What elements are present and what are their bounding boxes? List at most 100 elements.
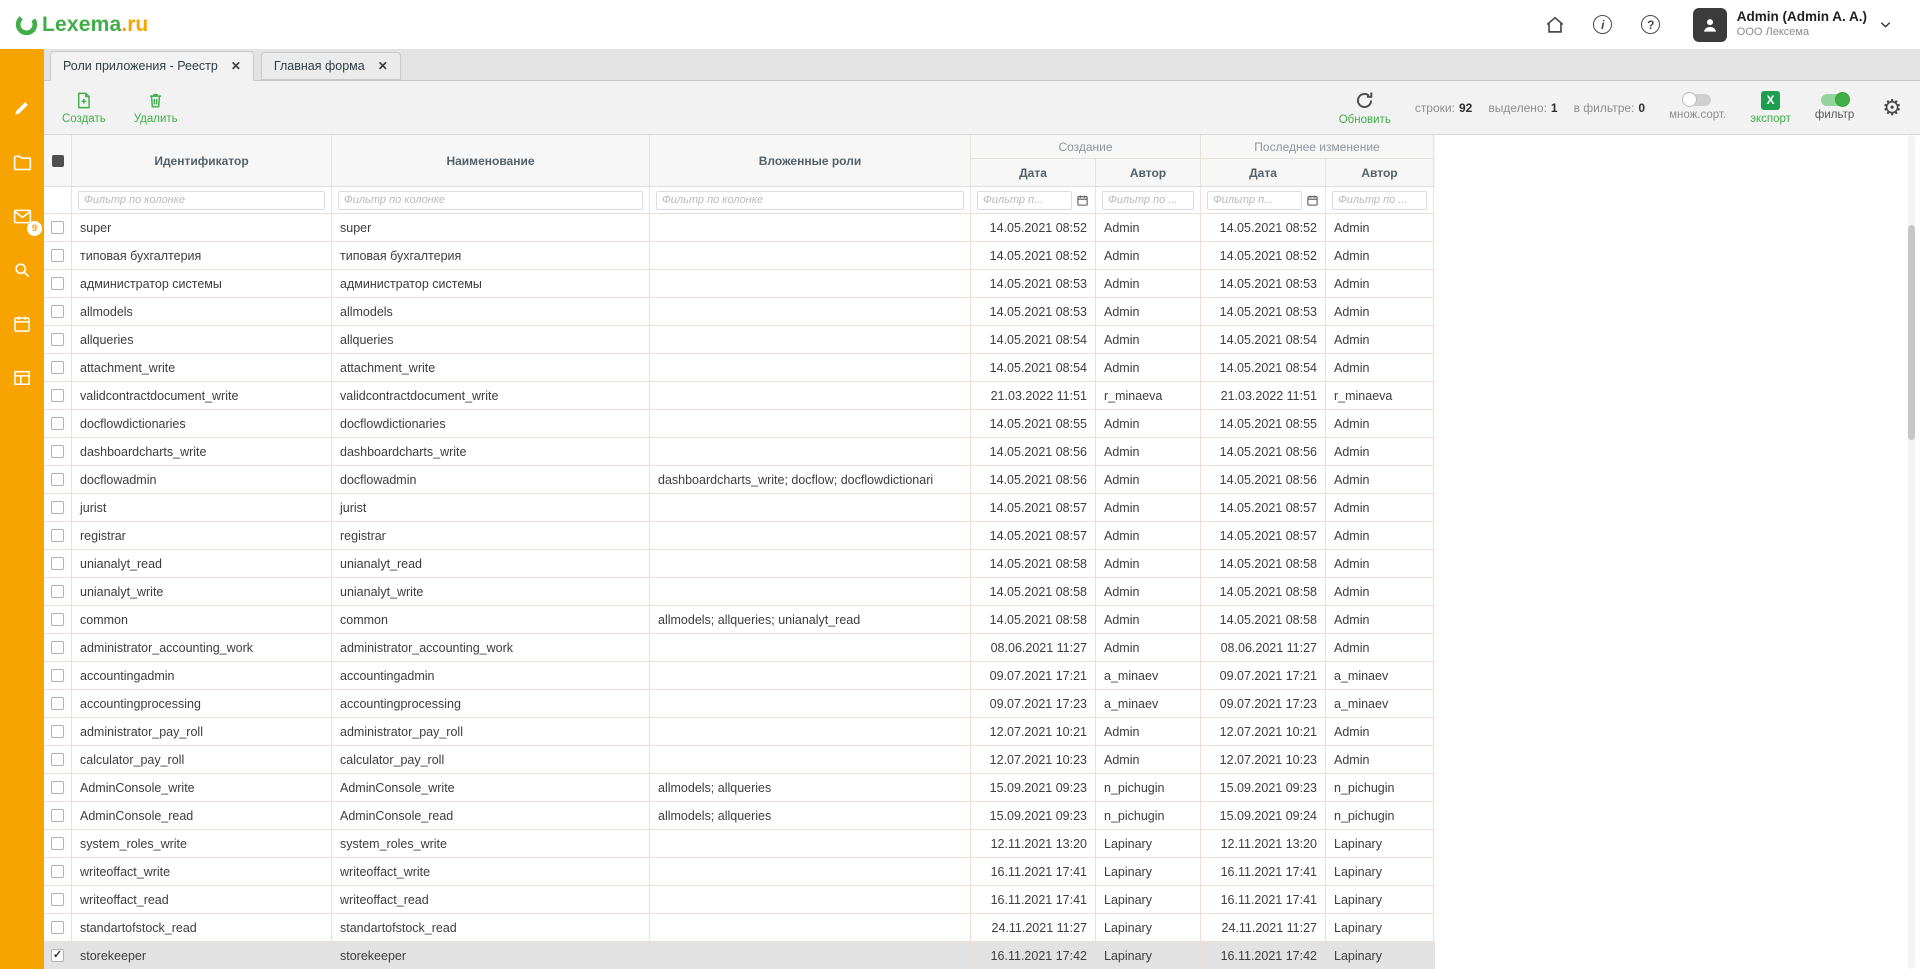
row-checkbox[interactable] [51,445,64,458]
row-checkbox[interactable] [51,557,64,570]
filter-input-created-author[interactable] [1102,191,1194,210]
table-row[interactable]: ✓ storekeeper storekeeper 16.11.2021 17:… [44,942,1435,969]
calendar-icon[interactable] [8,310,36,338]
table-row[interactable]: system_roles_write system_roles_write 12… [44,830,1435,858]
filter-switch[interactable] [1821,94,1848,106]
create-button[interactable]: Создать [62,91,106,125]
home-icon[interactable] [1543,13,1567,37]
filter-input-modified-author[interactable] [1332,191,1427,210]
registry-grid-icon[interactable] [8,364,36,392]
row-checkbox[interactable] [51,613,64,626]
table-row[interactable]: common common allmodels; allqueries; uni… [44,606,1435,634]
table-row[interactable]: unianalyt_read unianalyt_read 14.05.2021… [44,550,1435,578]
filter-input-modified-date[interactable] [1207,191,1302,210]
row-checkbox[interactable] [51,585,64,598]
column-header-modified-author[interactable]: Автор [1326,159,1434,186]
row-checkbox[interactable]: ✓ [51,949,64,962]
multisort-switch[interactable] [1684,94,1711,106]
refresh-button[interactable]: Обновить [1339,90,1391,126]
close-icon[interactable]: ✕ [378,59,388,73]
row-checkbox[interactable] [51,417,64,430]
select-all-checkbox[interactable] [52,155,64,167]
table-row[interactable]: dashboardcharts_write dashboardcharts_wr… [44,438,1435,466]
info-icon[interactable]: i [1591,13,1615,37]
row-checkbox[interactable] [51,389,64,402]
cell-name: registrar [332,522,650,549]
table-row[interactable]: allqueries allqueries 14.05.2021 08:54 A… [44,326,1435,354]
cell-nested-roles: allmodels; allqueries [650,802,971,829]
calendar-picker-icon[interactable] [1076,194,1089,207]
table-row[interactable]: AdminConsole_write AdminConsole_write al… [44,774,1435,802]
table-row[interactable]: writeoffact_read writeoffact_read 16.11.… [44,886,1435,914]
table-row[interactable]: validcontractdocument_write validcontrac… [44,382,1435,410]
table-row[interactable]: allmodels allmodels 14.05.2021 08:53 Adm… [44,298,1435,326]
table-row[interactable]: docflowdictionaries docflowdictionaries … [44,410,1435,438]
search-icon[interactable] [8,256,36,284]
row-checkbox[interactable] [51,529,64,542]
table-row[interactable]: unianalyt_write unianalyt_write 14.05.20… [44,578,1435,606]
row-checkbox[interactable] [51,753,64,766]
row-checkbox[interactable] [51,501,64,514]
row-checkbox[interactable] [51,921,64,934]
table-row[interactable]: writeoffact_write writeoffact_write 16.1… [44,858,1435,886]
row-checkbox[interactable] [51,305,64,318]
calendar-picker-icon[interactable] [1306,194,1319,207]
table-row[interactable]: jurist jurist 14.05.2021 08:57 Admin 14.… [44,494,1435,522]
scrollbar-thumb[interactable] [1908,225,1915,440]
table-row[interactable]: registrar registrar 14.05.2021 08:57 Adm… [44,522,1435,550]
mail-icon[interactable]: 9 [8,202,36,230]
export-button[interactable]: X экспорт [1750,91,1791,125]
vertical-scrollbar[interactable] [1908,135,1915,969]
column-header-created-date[interactable]: Дата [971,159,1096,186]
help-icon[interactable]: ? [1639,13,1663,37]
table-row[interactable]: типовая бухгалтерия типовая бухгалтерия … [44,242,1435,270]
filter-input-identifier[interactable] [78,191,325,210]
column-header-modified-date[interactable]: Дата [1201,159,1326,186]
chevron-down-icon[interactable] [1877,16,1894,33]
lexema-logo[interactable]: Lexema.ru [14,12,148,37]
table-row[interactable]: docflowadmin docflowadmin dashboardchart… [44,466,1435,494]
close-icon[interactable]: ✕ [231,59,241,73]
column-header-nested-roles[interactable]: Вложенные роли [650,135,971,186]
table-row[interactable]: accountingadmin accountingadmin 09.07.20… [44,662,1435,690]
filter-input-nested-roles[interactable] [656,191,964,210]
row-checkbox[interactable] [51,781,64,794]
row-checkbox[interactable] [51,893,64,906]
row-checkbox[interactable] [51,865,64,878]
row-checkbox[interactable] [51,725,64,738]
gear-icon[interactable]: ⚙ [1882,97,1902,119]
row-checkbox[interactable] [51,473,64,486]
tab-roles-registry[interactable]: Роли приложения - Реестр ✕ [50,51,254,81]
table-row[interactable]: attachment_write attachment_write 14.05.… [44,354,1435,382]
multisort-toggle[interactable]: множ.сорт. [1669,94,1726,121]
row-checkbox[interactable] [51,809,64,822]
row-checkbox[interactable] [51,361,64,374]
filter-input-name[interactable] [338,191,643,210]
folder-icon[interactable] [8,148,36,176]
filter-toggle[interactable]: фильтр [1815,94,1854,121]
row-checkbox[interactable] [51,837,64,850]
table-row[interactable]: calculator_pay_roll calculator_pay_roll … [44,746,1435,774]
filter-input-created-date[interactable] [977,191,1072,210]
row-checkbox[interactable] [51,221,64,234]
delete-button[interactable]: Удалить [134,91,178,125]
column-header-created-author[interactable]: Автор [1096,159,1201,186]
row-checkbox[interactable] [51,641,64,654]
row-checkbox[interactable] [51,697,64,710]
edit-pencil-icon[interactable] [8,94,36,122]
row-checkbox[interactable] [51,333,64,346]
table-row[interactable]: AdminConsole_read AdminConsole_read allm… [44,802,1435,830]
table-row[interactable]: administrator_accounting_work administra… [44,634,1435,662]
table-row[interactable]: администратор системы администратор сист… [44,270,1435,298]
row-checkbox[interactable] [51,669,64,682]
tab-main-form[interactable]: Главная форма ✕ [261,52,401,80]
column-header-name[interactable]: Наименование [332,135,650,186]
table-row[interactable]: standartofstock_read standartofstock_rea… [44,914,1435,942]
table-row[interactable]: accountingprocessing accountingprocessin… [44,690,1435,718]
column-header-identifier[interactable]: Идентификатор [72,135,332,186]
table-row[interactable]: administrator_pay_roll administrator_pay… [44,718,1435,746]
row-checkbox[interactable] [51,249,64,262]
table-row[interactable]: super super 14.05.2021 08:52 Admin 14.05… [44,214,1435,242]
user-menu[interactable]: Admin (Admin A. A.) ООО Лексема [1693,8,1894,42]
row-checkbox[interactable] [51,277,64,290]
